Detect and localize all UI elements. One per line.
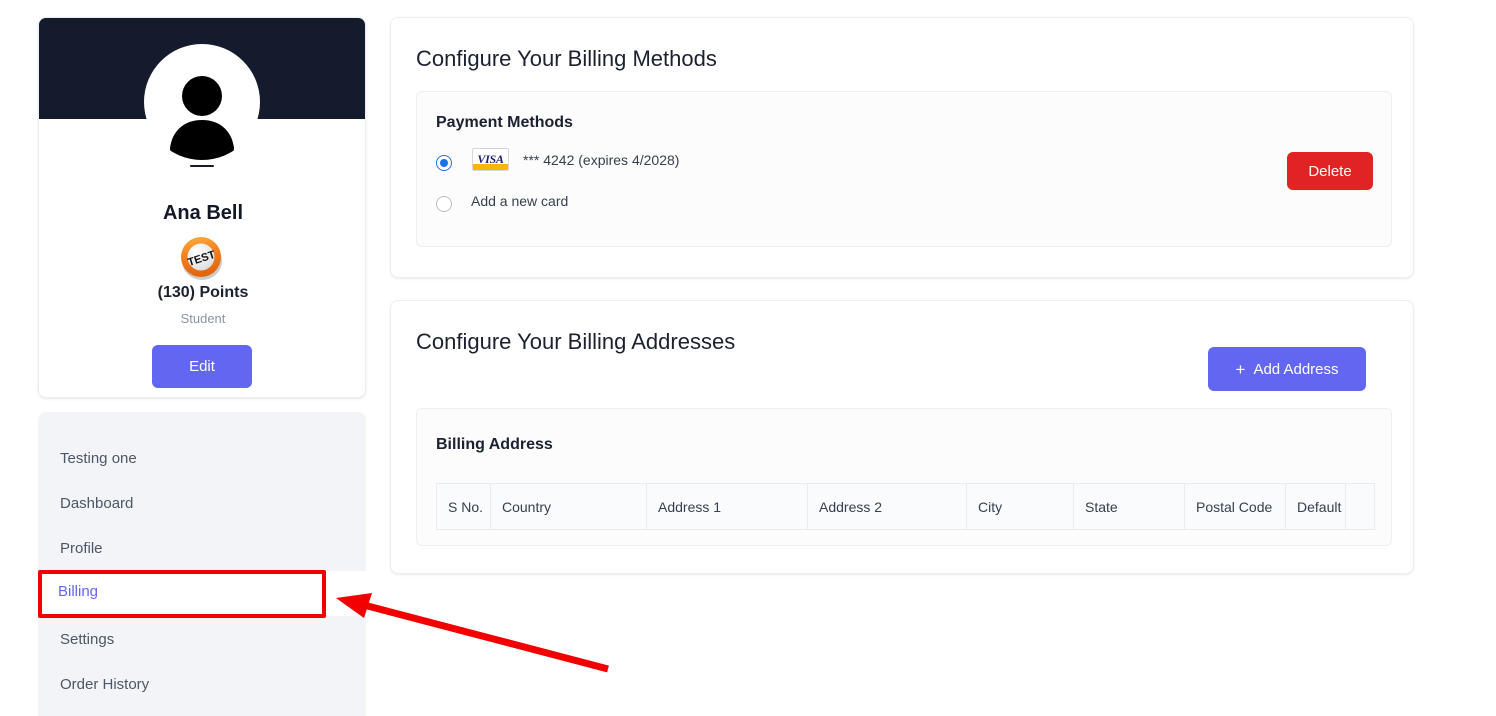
col-actions — [1345, 483, 1375, 530]
visa-gold-stripe — [473, 164, 508, 170]
avatar — [144, 44, 260, 160]
test-badge-icon: TEST — [181, 237, 222, 280]
billing-addresses-title: Configure Your Billing Addresses — [416, 329, 736, 354]
col-city: City — [966, 483, 1074, 530]
profile-name: Ana Bell — [162, 202, 244, 224]
col-s-no: S No. — [436, 483, 491, 530]
saved-card-label: *** 4242 (expires 4/2028) — [523, 152, 680, 168]
add-address-button[interactable]: + Add Address — [1208, 347, 1366, 391]
col-postal-code: Postal Code — [1184, 483, 1286, 530]
avatar-underline — [190, 165, 214, 167]
table-header-row: S No. Country Address 1 Address 2 City S… — [436, 483, 1375, 530]
billing-address-table: S No. Country Address 1 Address 2 City S… — [436, 483, 1375, 530]
billing-addresses-panel: Configure Your Billing Addresses + Add A… — [390, 300, 1414, 574]
sidebar-item-testing-one[interactable]: Testing one — [38, 436, 366, 481]
profile-role: Student — [180, 311, 226, 326]
col-state: State — [1073, 483, 1185, 530]
radio-add-new-card[interactable] — [436, 196, 452, 212]
visa-card-icon: VISA — [472, 148, 509, 171]
col-address-1: Address 1 — [646, 483, 808, 530]
page-title: Configure Your Billing Methods — [416, 46, 717, 71]
col-default: Default — [1285, 483, 1346, 530]
billing-address-heading: Billing Address — [436, 436, 553, 453]
sidebar-nav: Testing one Dashboard Profile Settings O… — [38, 412, 366, 716]
col-address-2: Address 2 — [807, 483, 967, 530]
edit-profile-button[interactable]: Edit — [152, 345, 252, 388]
sidebar-item-profile[interactable]: Profile — [38, 526, 366, 571]
sidebar-item-dashboard[interactable]: Dashboard — [38, 481, 366, 526]
billing-methods-panel: Configure Your Billing Methods Payment M… — [390, 17, 1414, 278]
billing-address-box: Billing Address S No. Country Address 1 … — [416, 408, 1392, 546]
plus-icon: + — [1235, 359, 1246, 379]
add-address-button-label: Add Address — [1253, 360, 1339, 378]
delete-card-button[interactable]: Delete — [1287, 152, 1373, 190]
sidebar-item-billing-label: Billing — [58, 583, 99, 600]
payment-methods-heading: Payment Methods — [436, 114, 573, 131]
red-arrow-pointer — [336, 593, 609, 673]
profile-card: Ana Bell TEST (130) Points Student Edit — [38, 17, 366, 398]
payment-methods-box: Payment Methods VISA *** 4242 (expires 4… — [416, 91, 1392, 247]
page-root: Ana Bell TEST (130) Points Student Edit — [0, 0, 1496, 716]
person-avatar-icon — [170, 76, 234, 160]
add-new-card-label: Add a new card — [471, 193, 569, 209]
profile-points: (130) Points — [157, 284, 249, 301]
col-country: Country — [490, 483, 647, 530]
radio-saved-card[interactable] — [436, 155, 452, 171]
sidebar-item-settings[interactable]: Settings — [38, 617, 366, 662]
sidebar-item-order-history[interactable]: Order History — [38, 662, 366, 707]
